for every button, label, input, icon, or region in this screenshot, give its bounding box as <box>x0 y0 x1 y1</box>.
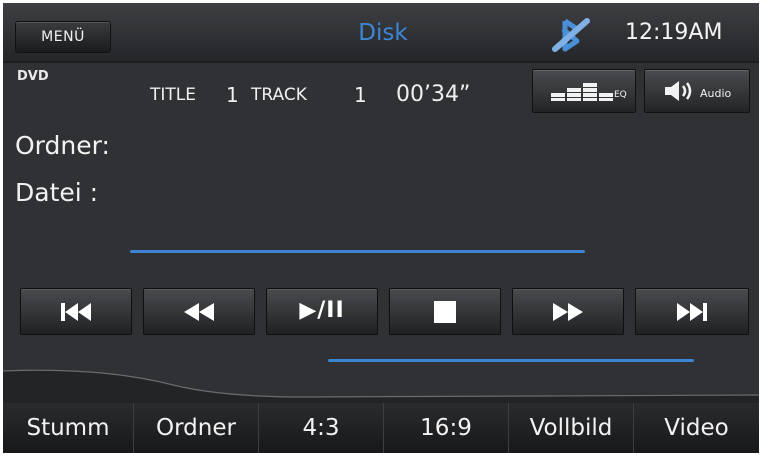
previous-track-icon <box>61 302 91 321</box>
track-progress-line <box>130 250 585 253</box>
bottom-bar: Stumm Ordner 4:3 16:9 Vollbild Video <box>3 403 759 453</box>
elapsed-time: 00’34” <box>396 82 471 107</box>
volume-progress-line <box>328 359 694 362</box>
eq-button[interactable]: EQ <box>532 69 636 113</box>
stop-icon <box>434 300 456 323</box>
title-number: 1 <box>226 83 239 107</box>
page-title: Disk <box>358 20 408 46</box>
eq-label: EQ <box>614 90 627 100</box>
bluetooth-off-icon <box>552 18 590 52</box>
clock: 12:19AM <box>625 20 723 45</box>
menu-button[interactable]: MENÜ <box>15 21 111 53</box>
speaker-icon <box>665 81 692 101</box>
play-pause-button[interactable]: ▶/II <box>266 288 378 335</box>
fullscreen-button[interactable]: Vollbild <box>509 403 633 453</box>
fast-forward-icon <box>553 302 583 321</box>
header-bar: MENÜ Disk 12:19AM <box>3 3 759 63</box>
mute-button[interactable]: Stumm <box>3 403 133 453</box>
track-number: 1 <box>354 83 367 107</box>
next-track-button[interactable] <box>635 288 749 335</box>
title-label: TITLE <box>150 85 196 105</box>
source-label: DVD <box>17 69 49 84</box>
fast-forward-button[interactable] <box>512 288 624 335</box>
video-button[interactable]: Video <box>634 403 759 453</box>
aspect-4-3-button[interactable]: 4:3 <box>259 403 383 453</box>
stop-button[interactable] <box>389 288 501 335</box>
play-pause-icon: ▶/II <box>299 298 345 323</box>
equalizer-icon <box>551 83 613 101</box>
next-track-icon <box>677 302 707 321</box>
car-media-screen: MENÜ Disk 12:19AM DVD TITLE 1 TRACK 1 00… <box>3 3 759 453</box>
folder-label: Ordner: <box>15 131 110 160</box>
audio-label: Audio <box>700 87 732 100</box>
decorative-wave <box>3 369 759 403</box>
aspect-16-9-button[interactable]: 16:9 <box>384 403 508 453</box>
folder-button[interactable]: Ordner <box>134 403 258 453</box>
rewind-icon <box>184 302 214 321</box>
track-label: TRACK <box>251 85 307 105</box>
audio-button[interactable]: Audio <box>644 69 750 113</box>
file-label: Datei : <box>15 178 99 207</box>
previous-track-button[interactable] <box>20 288 132 335</box>
rewind-button[interactable] <box>143 288 255 335</box>
